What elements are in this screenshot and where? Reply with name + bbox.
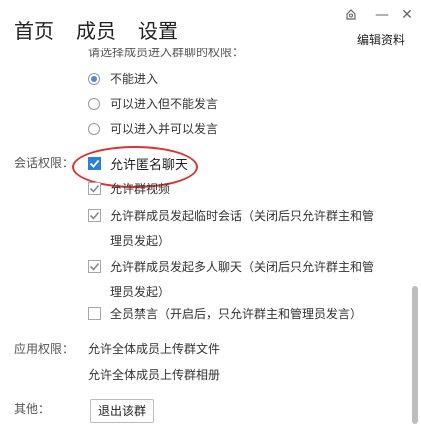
radio-label: 可以进入但不能发言 [110,97,219,111]
checkbox-checked-icon[interactable] [88,182,101,195]
checkbox-label: 允许群成员发起多人聊天（关闭后只允许群主和管 [110,260,375,274]
checkbox-group-video[interactable]: 允许群视频 [88,180,170,197]
app-item-label: 允许全体成员上传群相册 [88,368,221,382]
tab-members[interactable]: 成员 [76,14,116,48]
other-label: 其他： [14,402,51,416]
checkbox-label: 全员禁言（开启后，只允许群主和管理员发言） [110,307,363,321]
tab-home[interactable]: 首页 [14,14,54,48]
radio-icon[interactable] [88,97,100,110]
close-icon[interactable]: ✕ [398,6,416,24]
checkbox-label-continued: 理员发起） [110,232,170,249]
quit-group-button[interactable]: 退出该群 [90,399,155,423]
app-item-label: 允许全体成员上传群文件 [88,342,221,356]
settings-scroll-area: 请选择成员进入群聊的权限： 不能进入 可以进入但不能发言 可以进入并可以发言 会… [0,48,408,437]
pin-icon[interactable] [342,6,360,24]
radio-enter-no-speak[interactable]: 可以进入但不能发言 [88,95,218,112]
checkbox-multi-chat[interactable]: 允许群成员发起多人聊天（关闭后只允许群主和管 [88,258,374,275]
checkbox-unchecked-icon[interactable] [88,307,101,320]
radio-selected-icon[interactable] [88,72,100,85]
scrollbar-thumb[interactable] [412,286,418,424]
radio-no-entry[interactable]: 不能进入 [88,70,158,87]
vertical-scrollbar[interactable] [410,48,420,437]
app-permission-label: 应用权限： [14,342,75,356]
checkbox-temp-session[interactable]: 允许群成员发起临时会话（关闭后只允许群主和管 [88,207,374,224]
session-permission-label: 会话权限： [14,156,75,170]
radio-label: 不能进入 [110,72,159,86]
checkbox-label-line2: 理员发起） [110,234,171,248]
checkbox-label: 允许群视频 [110,182,171,196]
checkbox-label-line2: 理员发起） [110,285,171,299]
header-tabs: 首页 成员 设置 [14,14,200,48]
radio-enter-and-speak[interactable]: 可以进入并可以发言 [88,120,218,137]
radio-label: 可以进入并可以发言 [110,122,219,136]
group-settings-window: 首页 成员 设置 — ✕ 编辑资料 请选择成员进入群聊的权限： 不能进入 可以进… [0,0,421,437]
app-item-upload-album: 允许全体成员上传群相册 [88,366,220,383]
tab-settings[interactable]: 设置 [138,14,178,48]
radio-icon[interactable] [88,122,100,135]
minimize-icon[interactable]: — [373,6,391,24]
checkbox-checked-icon[interactable] [88,260,101,273]
checkbox-label: 允许群成员发起临时会话（关闭后只允许群主和管 [110,209,375,223]
checkbox-label-continued: 理员发起） [110,283,170,300]
app-item-upload-files: 允许全体成员上传群文件 [88,340,220,357]
edit-profile-link[interactable]: 编辑资料 [357,31,405,48]
checkbox-mute-all[interactable]: 全员禁言（开启后，只允许群主和管理员发言） [88,305,362,322]
entry-permission-hint: 请选择成员进入群聊的权限： [88,48,245,59]
checkbox-checked-icon[interactable] [88,209,101,222]
